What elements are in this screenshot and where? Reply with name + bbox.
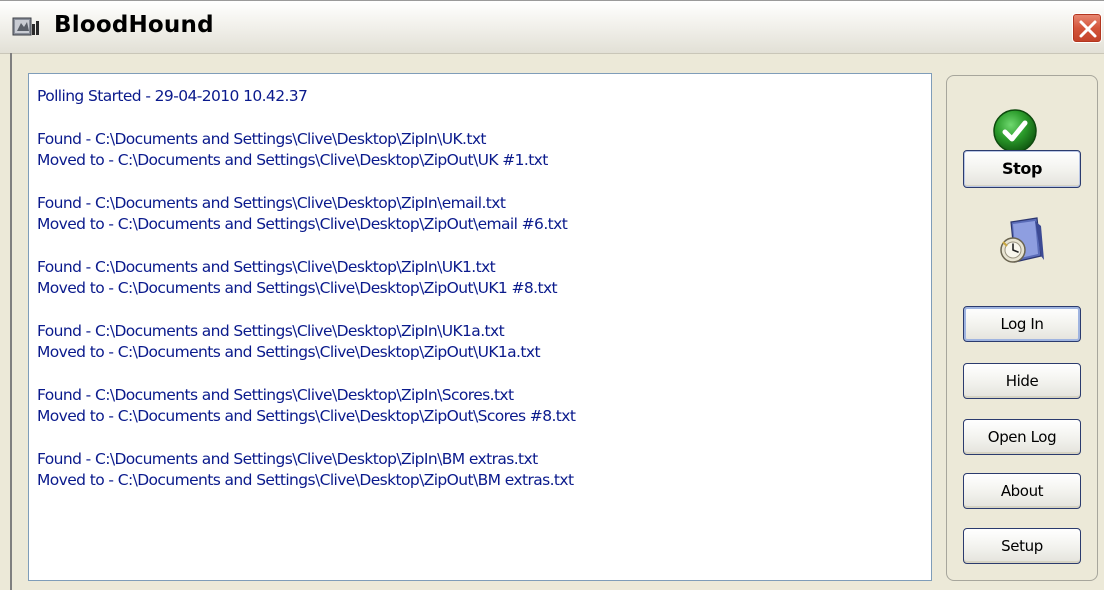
log-entry: Found - C:\Documents and Settings\Clive\…	[37, 449, 923, 491]
log-moved-line: Moved to - C:\Documents and Settings\Cli…	[37, 151, 548, 169]
log-found-line: Found - C:\Documents and Settings\Clive\…	[37, 130, 486, 148]
setup-button[interactable]: Setup	[963, 528, 1081, 564]
log-found-line: Found - C:\Documents and Settings\Clive\…	[37, 450, 538, 468]
open-log-button[interactable]: Open Log	[963, 419, 1081, 455]
log-found-line: Found - C:\Documents and Settings\Clive\…	[37, 258, 496, 276]
close-button[interactable]	[1072, 13, 1102, 43]
log-moved-line: Moved to - C:\Documents and Settings\Cli…	[37, 215, 568, 233]
log-entry: Found - C:\Documents and Settings\Clive\…	[37, 257, 923, 299]
log-moved-line: Moved to - C:\Documents and Settings\Cli…	[37, 407, 576, 425]
close-icon	[1079, 20, 1097, 38]
log-header-line: Polling Started - 29-04-2010 10.42.37	[37, 87, 308, 105]
log-moved-line: Moved to - C:\Documents and Settings\Cli…	[37, 343, 541, 361]
control-panel: Stop Log In Hide Open Log About Setup	[946, 75, 1098, 581]
green-checkmark-icon	[992, 108, 1038, 154]
stop-button[interactable]: Stop	[963, 150, 1081, 188]
log-moved-line: Moved to - C:\Documents and Settings\Cli…	[37, 279, 558, 297]
log-in-button[interactable]: Log In	[963, 306, 1081, 342]
log-entry: Found - C:\Documents and Settings\Clive\…	[37, 193, 923, 235]
hide-button[interactable]: Hide	[963, 363, 1081, 399]
log-entry: Found - C:\Documents and Settings\Clive\…	[37, 385, 923, 427]
bloodhound-app-icon	[12, 15, 40, 39]
log-found-line: Found - C:\Documents and Settings\Clive\…	[37, 194, 506, 212]
window-left-border	[10, 53, 12, 590]
window-title: BloodHound	[54, 12, 214, 38]
log-found-line: Found - C:\Documents and Settings\Clive\…	[37, 386, 514, 404]
log-found-line: Found - C:\Documents and Settings\Clive\…	[37, 322, 505, 340]
log-entry: Found - C:\Documents and Settings\Clive\…	[37, 321, 923, 363]
log-moved-line: Moved to - C:\Documents and Settings\Cli…	[37, 471, 574, 489]
bloodhound-window: BloodHound Polling Started - 29-04-2010 …	[0, 0, 1104, 590]
about-button[interactable]: About	[963, 473, 1081, 509]
log-output-box[interactable]: Polling Started - 29-04-2010 10.42.37 Fo…	[28, 73, 932, 581]
title-bar[interactable]: BloodHound	[0, 1, 1104, 54]
folder-clock-icon	[997, 216, 1047, 268]
log-entry: Found - C:\Documents and Settings\Clive\…	[37, 129, 923, 171]
